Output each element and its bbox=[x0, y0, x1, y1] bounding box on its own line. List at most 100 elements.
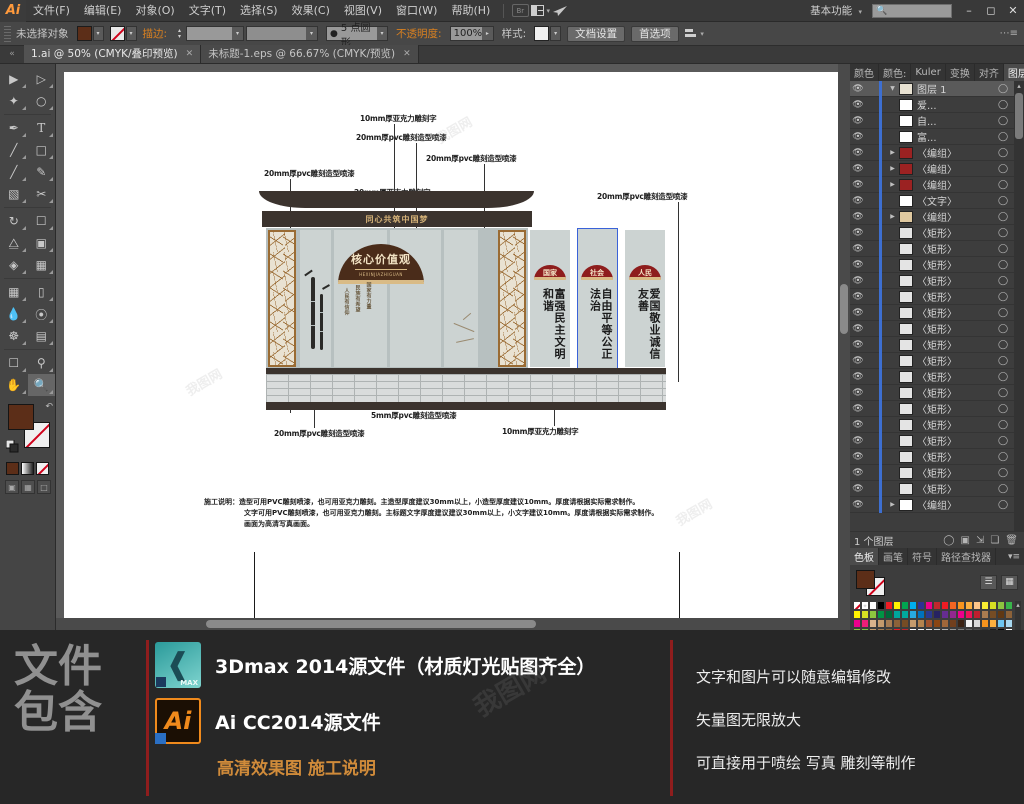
layer-target-icon[interactable]: ◯ bbox=[992, 84, 1014, 94]
swatch-cell[interactable] bbox=[1005, 601, 1013, 610]
layer-row[interactable]: 👁 〈矩形〉 ◯ bbox=[850, 400, 1024, 417]
layer-target-icon[interactable]: ◯ bbox=[992, 468, 1014, 478]
layer-row[interactable]: 👁 ▶ 〈编组〉 ◯ bbox=[850, 160, 1024, 177]
mesh-tool[interactable]: ▦ bbox=[0, 281, 28, 303]
tab-symbols[interactable]: 符号 bbox=[908, 548, 937, 565]
layer-disclosure-icon[interactable]: ▼ bbox=[886, 85, 899, 92]
tab-transform[interactable]: 变换 bbox=[946, 64, 975, 81]
tab-pathfinder[interactable]: 路径查找器 bbox=[937, 548, 996, 565]
swatch-cell[interactable] bbox=[909, 610, 917, 619]
shape-builder-tool[interactable]: ◈ bbox=[0, 254, 28, 276]
eraser-tool[interactable]: ✂ bbox=[28, 183, 56, 205]
swatch-cell[interactable] bbox=[893, 601, 901, 610]
swatch-cell[interactable] bbox=[909, 601, 917, 610]
fill-dropdown[interactable]: ▾ bbox=[92, 26, 104, 41]
width-tool[interactable]: ⧋ bbox=[0, 232, 28, 254]
perspective-grid-tool[interactable]: ▦ bbox=[28, 254, 56, 276]
swatch-cell[interactable] bbox=[941, 610, 949, 619]
new-layer-icon[interactable]: ❏ bbox=[990, 535, 999, 546]
roof-shape[interactable] bbox=[259, 191, 534, 208]
swatch-cell[interactable] bbox=[901, 619, 909, 628]
swatch-cell[interactable] bbox=[917, 601, 925, 610]
tab-brushes[interactable]: 画笔 bbox=[879, 548, 908, 565]
document-tab-2[interactable]: 未标题-1.eps @ 66.67% (CMYK/预览) ✕ bbox=[201, 45, 419, 63]
menu-file[interactable]: 文件(F) bbox=[26, 0, 77, 22]
swap-fill-stroke-icon[interactable]: ↶ bbox=[45, 402, 53, 412]
fill-swatch[interactable] bbox=[76, 26, 92, 41]
align-icon[interactable]: ▾ bbox=[685, 26, 705, 42]
panel-grip[interactable] bbox=[4, 25, 11, 42]
layer-visibility-icon[interactable]: 👁 bbox=[850, 436, 866, 446]
opacity-input[interactable]: 100% ▸ bbox=[449, 26, 494, 41]
layer-visibility-icon[interactable]: 👁 bbox=[850, 276, 866, 286]
stroke-weight-stepper[interactable]: ▴ ▾ bbox=[175, 26, 184, 41]
swatch-cell[interactable] bbox=[941, 619, 949, 628]
layer-target-icon[interactable]: ◯ bbox=[992, 100, 1014, 110]
layer-visibility-icon[interactable]: 👁 bbox=[850, 244, 866, 254]
swatches-fill-swatch[interactable] bbox=[856, 570, 875, 589]
swatch-cell[interactable] bbox=[861, 610, 869, 619]
swatch-cell[interactable] bbox=[885, 601, 893, 610]
menu-edit[interactable]: 编辑(E) bbox=[77, 0, 129, 22]
brick-base[interactable] bbox=[266, 374, 666, 402]
swatch-cell[interactable]: ✦ bbox=[861, 601, 869, 610]
artboard[interactable]: 10mm厚亚克力雕刻字 20mm厚pvc雕刻造型喷漆 20mm厚pvc雕刻造型喷… bbox=[64, 72, 844, 630]
layer-row[interactable]: 👁 〈文字〉 ◯ bbox=[850, 192, 1024, 209]
delete-layer-icon[interactable]: 🗑 bbox=[1005, 535, 1018, 546]
document-tab-1[interactable]: 1.ai @ 50% (CMYK/叠印预览) ✕ bbox=[24, 45, 202, 63]
layer-visibility-icon[interactable]: 👁 bbox=[850, 356, 866, 366]
maximize-button[interactable]: ◻ bbox=[980, 0, 1002, 22]
layer-row[interactable]: 👁 爱... ◯ bbox=[850, 96, 1024, 113]
scrollbar-thumb[interactable] bbox=[1015, 93, 1023, 139]
layer-row[interactable]: 👁 〈矩形〉 ◯ bbox=[850, 240, 1024, 257]
layers-scrollbar[interactable]: ▴ bbox=[1014, 81, 1024, 531]
share-icon[interactable] bbox=[550, 3, 570, 19]
swatch-cell[interactable] bbox=[853, 619, 861, 628]
swatch-cell[interactable] bbox=[981, 610, 989, 619]
layer-target-icon[interactable]: ◯ bbox=[992, 372, 1014, 382]
layer-target-icon[interactable]: ◯ bbox=[992, 148, 1014, 158]
wall-panel-4[interactable] bbox=[444, 230, 478, 367]
layer-target-icon[interactable]: ◯ bbox=[992, 196, 1014, 206]
swatch-cell[interactable] bbox=[933, 601, 941, 610]
layer-visibility-icon[interactable]: 👁 bbox=[850, 388, 866, 398]
rectangle-tool[interactable]: □ bbox=[28, 139, 56, 161]
gradient-tool[interactable]: ▯ bbox=[28, 281, 56, 303]
swatch-cell[interactable] bbox=[869, 619, 877, 628]
tab-layers[interactable]: 图层 bbox=[1003, 64, 1024, 81]
layer-target-icon[interactable]: ◯ bbox=[992, 404, 1014, 414]
swatch-cell[interactable] bbox=[973, 610, 981, 619]
graphic-style-swatch[interactable] bbox=[534, 26, 550, 41]
document-setup-button[interactable]: 文档设置 bbox=[567, 25, 626, 42]
layer-visibility-icon[interactable]: 👁 bbox=[850, 420, 866, 430]
lasso-tool[interactable]: ○ bbox=[28, 90, 56, 112]
panel-menu-icon[interactable]: ▾≡ bbox=[1004, 548, 1024, 565]
layer-visibility-icon[interactable]: 👁 bbox=[850, 260, 866, 270]
lattice-panel-right[interactable] bbox=[498, 230, 526, 367]
swatch-cell[interactable] bbox=[877, 619, 885, 628]
toolbox-fill-swatch[interactable] bbox=[8, 404, 34, 430]
layer-target-icon[interactable]: ◯ bbox=[992, 244, 1014, 254]
bamboo-stalk[interactable] bbox=[311, 277, 315, 349]
swatch-cell[interactable] bbox=[853, 601, 861, 610]
layer-visibility-icon[interactable]: 👁 bbox=[850, 212, 866, 222]
layer-visibility-icon[interactable]: 👁 bbox=[850, 100, 866, 110]
layer-row[interactable]: 👁 自... ◯ bbox=[850, 112, 1024, 129]
swatch-cell[interactable] bbox=[965, 610, 973, 619]
layer-target-icon[interactable]: ◯ bbox=[992, 356, 1014, 366]
layer-visibility-icon[interactable]: 👁 bbox=[850, 484, 866, 494]
close-button[interactable]: ✕ bbox=[1002, 0, 1024, 22]
layer-row[interactable]: 👁 富... ◯ bbox=[850, 128, 1024, 145]
layer-visibility-icon[interactable]: 👁 bbox=[850, 228, 866, 238]
pen-tool[interactable]: ✒ bbox=[0, 117, 28, 139]
tab-color-guide[interactable]: 颜色: bbox=[879, 64, 912, 81]
layer-target-icon[interactable]: ◯ bbox=[992, 500, 1014, 510]
rotate-tool[interactable]: ↻ bbox=[0, 210, 28, 232]
layer-target-icon[interactable]: ◯ bbox=[992, 260, 1014, 270]
layer-visibility-icon[interactable]: 👁 bbox=[850, 84, 866, 94]
layer-row[interactable]: 👁 〈矩形〉 ◯ bbox=[850, 352, 1024, 369]
layer-target-icon[interactable]: ◯ bbox=[992, 116, 1014, 126]
stroke-weight-input[interactable]: ▾ bbox=[186, 26, 245, 41]
swatch-cell[interactable] bbox=[957, 619, 965, 628]
swatch-cell[interactable] bbox=[957, 601, 965, 610]
